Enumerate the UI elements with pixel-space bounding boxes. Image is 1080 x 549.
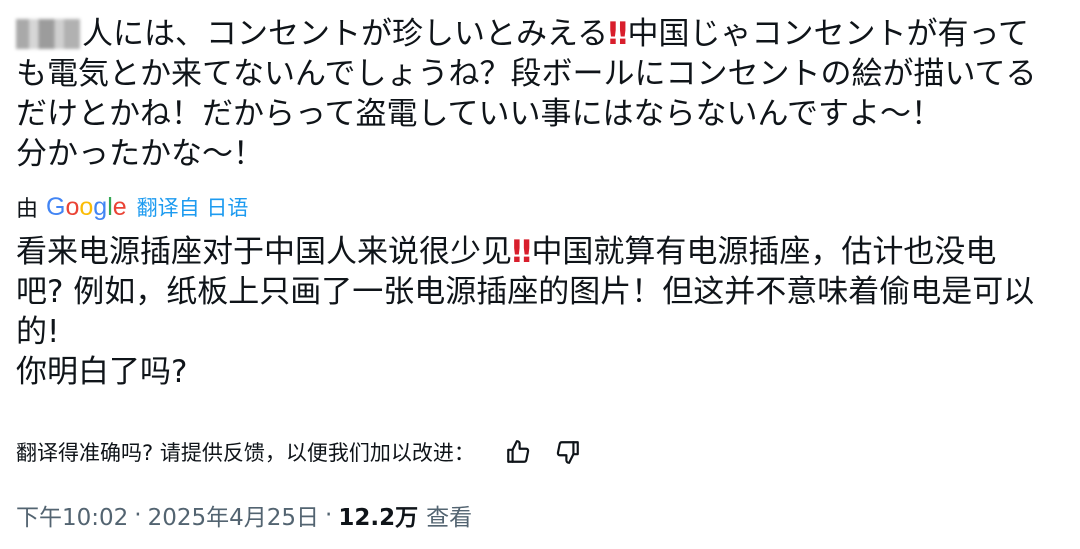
translated-tweet-text: 看来电源插座对于中国人来说很少见‼ 中国就算有电源插座，估计也没电 吧? 例如，纸… — [16, 232, 1066, 392]
thumbs-up-icon[interactable] — [503, 437, 533, 467]
meta-separator: · — [134, 502, 142, 528]
original-line-1: 人には、コンセントが珍しいとみえる‼ 中国じゃコンセントが有って — [16, 14, 1066, 54]
feedback-prompt: 翻译得准确吗? 请提供反馈，以便我们加以改进： — [16, 441, 475, 465]
translated-by-bar: 由 Google 翻译自 日语 — [16, 192, 1066, 223]
translation-feedback: 翻译得准确吗? 请提供反馈，以便我们加以改进： — [16, 432, 1066, 472]
tweet-date[interactable]: 2025年4月25日 — [148, 498, 319, 532]
original-line-2: も電気とか来てないんでしょうね？段ボールにコンセントの絵が描いてる — [16, 56, 1037, 92]
double-exclamation-icon: ‼ — [608, 16, 628, 52]
translated-line-1: 看来电源插座对于中国人来说很少见‼ 中国就算有电源插座，估计也没电 — [16, 232, 1066, 272]
redacted-username — [16, 19, 80, 49]
translated-from-link[interactable]: 翻译自 日语 — [137, 192, 249, 222]
translated-line-4: 你明白了吗? — [16, 354, 188, 390]
tweet-time[interactable]: 下午10:02 — [16, 498, 128, 532]
translated-line-3: 的! — [16, 314, 60, 350]
google-logo: Google — [46, 192, 127, 221]
original-line-1-end: 中国じゃコンセントが有って — [627, 16, 1029, 52]
translated-line-1-end: 中国就算有电源插座，估计也没电 — [531, 234, 997, 270]
original-tweet-text: 人には、コンセントが珍しいとみえる‼ 中国じゃコンセントが有って も電気とか来てな… — [16, 14, 1066, 174]
translated-line-1-start: 看来电源插座对于中国人来说很少见 — [16, 234, 512, 270]
original-line-1-start: 人には、コンセントが珍しいとみえる — [82, 16, 609, 52]
meta-separator: · — [325, 502, 333, 528]
tweet-meta: 下午10:02 · 2025年4月25日 · 12.2万 查看 — [16, 498, 472, 532]
views-count: 12.2万 — [338, 505, 419, 531]
translated-by-label: 由 — [16, 197, 39, 222]
views-label: 查看 — [426, 505, 473, 531]
thumbs-down-icon[interactable] — [553, 437, 583, 467]
tweet-body: 人には、コンセントが珍しいとみえる‼ 中国じゃコンセントが有って も電気とか来てな… — [16, 0, 1066, 472]
translated-line-2: 吧? 例如，纸板上只画了一张电源插座的图片！但这并不意味着偷电是可以 — [16, 274, 1035, 310]
double-exclamation-icon: ‼ — [512, 234, 532, 270]
original-line-4: 分かったかな〜！ — [16, 136, 264, 172]
original-line-3: だけとかね！だからって盗電していい事にはならないんですよ〜！ — [16, 96, 942, 132]
